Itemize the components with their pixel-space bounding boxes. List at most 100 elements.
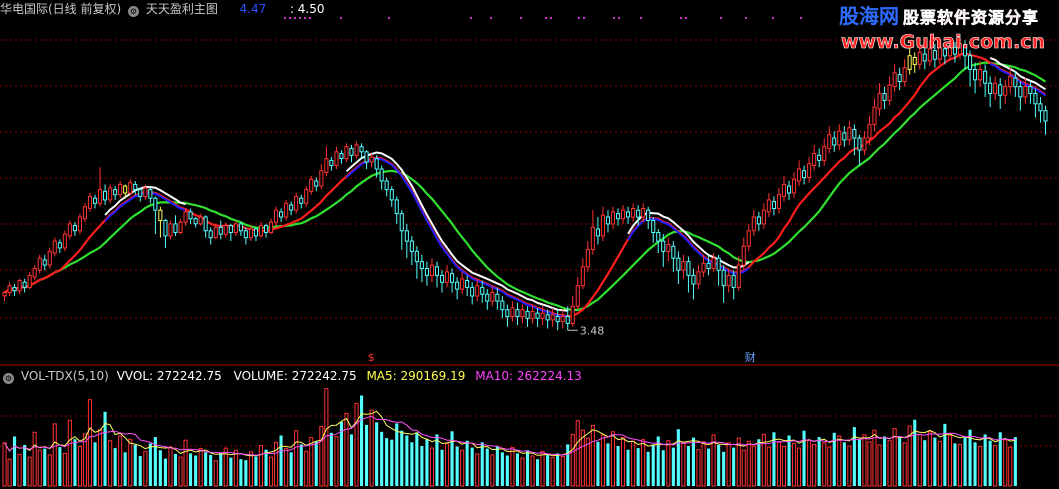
volume-bar [596, 441, 600, 486]
volume-bar [13, 436, 17, 486]
candle [651, 220, 656, 233]
volume-bar [43, 448, 47, 486]
candle [686, 261, 691, 276]
candle [550, 314, 555, 321]
candle [706, 262, 711, 269]
candle [872, 106, 877, 125]
volume-bar [812, 443, 817, 487]
volume-bar [385, 438, 389, 486]
low-price-label: 3.48 [580, 324, 605, 337]
volume-bar [128, 438, 133, 487]
volume-bar [178, 456, 183, 487]
candle [515, 309, 520, 318]
candle [616, 213, 621, 220]
volume-bar [244, 460, 248, 486]
watermark-url: www.Guhai.com.cn [841, 31, 1046, 54]
candle [983, 70, 988, 84]
volume-bar [264, 449, 268, 486]
volume-indicator-name[interactable]: VOL-TDX(5,10) [21, 369, 109, 383]
indicator-name[interactable]: 天天盈利主图 [146, 2, 218, 16]
signal-dot [613, 17, 615, 19]
candle [284, 202, 289, 218]
candle [319, 170, 324, 187]
volume-bar [852, 427, 856, 486]
candle [867, 123, 872, 139]
signal-dot [550, 17, 552, 19]
watermark-logo: 股海网 股票软件资源分享 www.Guhai.com.cn [839, 4, 1055, 56]
candle [475, 285, 480, 297]
stock-chart-window: 3.48 $ 财 华电国际(日线 前复权) ⚙ 天天盈利主图 4.47 : 4.50… [0, 0, 1059, 489]
volume-bar [696, 449, 701, 487]
volume-bar [480, 442, 484, 486]
candle [666, 244, 671, 252]
chart-canvas[interactable]: 3.48 $ 财 [0, 0, 1059, 489]
candle [108, 187, 113, 201]
volume-bar [837, 435, 842, 487]
candle [93, 197, 98, 204]
volume-bar [27, 456, 32, 487]
candle [998, 84, 1003, 96]
signal-dot [745, 17, 747, 19]
candle [897, 74, 902, 82]
volume-bar [797, 447, 802, 487]
volume-bar [807, 440, 812, 487]
candle [359, 146, 364, 153]
candle [238, 223, 243, 232]
candle [741, 245, 746, 266]
volume-bar [17, 453, 22, 487]
volume-bar [133, 444, 137, 486]
volume-bar [872, 429, 877, 487]
candle [364, 151, 369, 163]
candle [339, 153, 344, 160]
volume-bar [867, 441, 872, 487]
volume-bar [369, 409, 374, 487]
candle [294, 195, 299, 211]
volume-bar [415, 432, 419, 486]
candle [103, 190, 108, 201]
volume-bar [560, 456, 565, 487]
candle [258, 225, 263, 237]
volume-bar [319, 426, 324, 487]
candle [264, 225, 269, 234]
candle [17, 280, 22, 292]
volume-bar [455, 446, 459, 486]
candle [731, 274, 736, 288]
candle [198, 216, 203, 225]
vvol-value: VVOL: 272242.75 [116, 369, 222, 383]
candle [600, 214, 606, 237]
candle [128, 182, 133, 194]
settings-circle-icon[interactable]: ⚙ [3, 373, 14, 384]
candle [626, 211, 631, 218]
candle [67, 223, 72, 237]
candle [505, 309, 510, 318]
candle [163, 220, 168, 237]
settings-circle-icon[interactable]: ⚙ [128, 6, 140, 17]
candle [173, 223, 178, 233]
volume-bar [158, 450, 162, 486]
candle [143, 187, 148, 197]
volume-bar [189, 453, 193, 486]
candle [118, 183, 123, 196]
volume-bar [988, 440, 992, 486]
signal-dot [618, 17, 620, 19]
candle [746, 230, 751, 247]
volume-bar [862, 434, 867, 487]
volume-bar [585, 437, 590, 487]
candle [711, 257, 716, 270]
volume-bar [913, 419, 917, 486]
candle [857, 137, 862, 151]
candle [832, 137, 837, 146]
candle [77, 216, 83, 232]
volume-bar [334, 436, 339, 487]
volume-bar [600, 434, 606, 487]
indicator-value-1: 4.47 [239, 2, 267, 16]
volume-bar [269, 456, 274, 487]
candle [344, 146, 349, 160]
candle [766, 199, 771, 213]
volume-bar [510, 447, 515, 487]
candle [429, 264, 434, 276]
candle [329, 159, 334, 166]
candle [304, 189, 309, 204]
candle [314, 180, 319, 187]
candle [379, 168, 384, 182]
